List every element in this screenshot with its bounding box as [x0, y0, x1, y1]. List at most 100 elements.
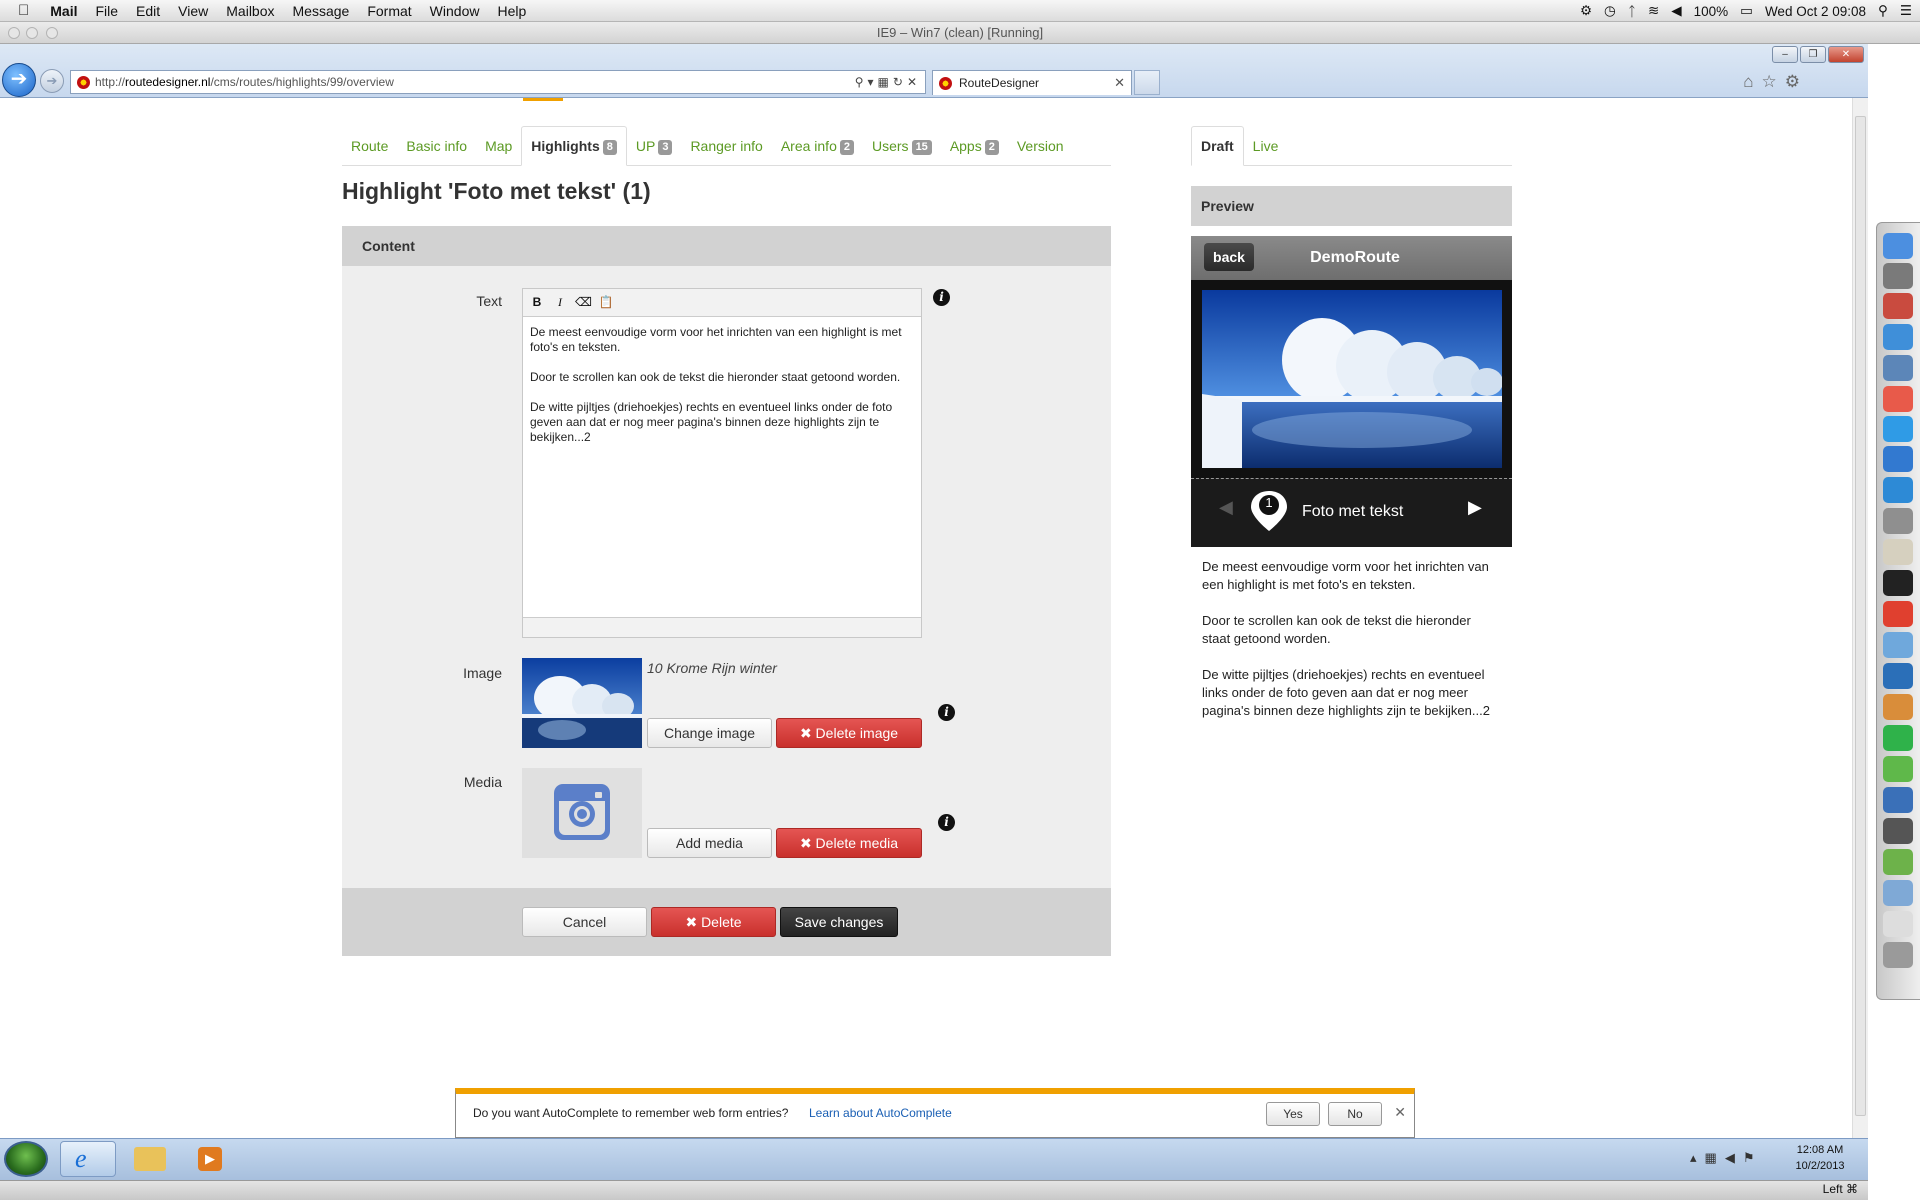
restore-button[interactable]: ❐ — [1800, 46, 1826, 63]
tray-expand-icon[interactable]: ▴ — [1690, 1150, 1705, 1165]
tab-users[interactable]: Users 15 — [863, 127, 941, 165]
save-changes-button[interactable]: Save changes — [780, 907, 898, 937]
tab-up[interactable]: UP 3 — [627, 127, 682, 165]
menu-window[interactable]: Window — [421, 0, 489, 22]
virtualbox-icon[interactable] — [1883, 632, 1913, 658]
taskbar-clock[interactable]: 12:08 AM 10/2/2013 — [1780, 1142, 1860, 1174]
change-image-button[interactable]: Change image — [647, 718, 772, 748]
tab-map[interactable]: Map — [476, 127, 521, 165]
window-zoom-icon[interactable] — [46, 27, 58, 39]
finder-icon[interactable] — [1883, 233, 1913, 259]
cancel-button[interactable]: Cancel — [522, 907, 647, 937]
favorites-star-icon[interactable]: ☆ — [1762, 72, 1785, 91]
add-media-button[interactable]: Add media — [647, 828, 772, 858]
notification-center-icon[interactable]: ☰ — [1900, 3, 1912, 19]
image-thumbnail[interactable] — [522, 658, 642, 748]
action-center-icon[interactable]: ⚑ — [1743, 1150, 1763, 1165]
spotlight-icon[interactable]: ⚲ — [1878, 3, 1888, 19]
tab-route[interactable]: Route — [342, 127, 397, 165]
system-preferences-icon[interactable] — [1883, 508, 1913, 534]
info-icon[interactable]: i — [933, 289, 950, 306]
menu-app-name[interactable]: Mail — [41, 0, 86, 22]
delete-button[interactable]: ✖ Delete — [651, 907, 776, 937]
menubar-clock[interactable]: Wed Oct 2 09:08 — [1765, 4, 1866, 19]
android-studio-icon[interactable] — [1883, 849, 1913, 875]
messages-icon[interactable] — [1883, 416, 1913, 442]
battery-label[interactable]: 100% — [1694, 4, 1729, 19]
compat-view-icon[interactable]: ▦ — [878, 75, 893, 89]
back-button[interactable]: ➔ — [2, 63, 36, 97]
yes-button[interactable]: Yes — [1266, 1102, 1320, 1126]
bluetooth-icon[interactable]: ᛏ — [1628, 4, 1636, 19]
display-icon[interactable] — [1883, 818, 1913, 844]
refresh-icon[interactable]: ↻ — [893, 75, 907, 89]
browser-tab[interactable]: RouteDesigner ✕ — [932, 70, 1132, 95]
previous-arrow-icon[interactable]: ◀ — [1219, 497, 1233, 518]
scrollbar-thumb[interactable] — [1855, 116, 1866, 1116]
app-store-icon[interactable] — [1883, 477, 1913, 503]
eraser-icon[interactable]: ⌫ — [575, 294, 592, 310]
info-icon[interactable]: i — [938, 814, 955, 831]
volume-icon[interactable]: ◀ — [1671, 3, 1681, 19]
dropdown-icon[interactable]: ▾ — [868, 75, 878, 89]
tab-draft[interactable]: Draft — [1191, 126, 1244, 166]
time-machine-icon[interactable]: ◷ — [1604, 3, 1616, 19]
tab-apps[interactable]: Apps 2 — [941, 127, 1008, 165]
minimize-button[interactable]: – — [1772, 46, 1798, 63]
safari-icon[interactable] — [1883, 324, 1913, 350]
folder-icon[interactable] — [1883, 880, 1913, 906]
info-icon[interactable]: i — [938, 704, 955, 721]
stop-icon[interactable]: ✕ — [907, 75, 921, 89]
tab-area-info[interactable]: Area info 2 — [772, 127, 863, 165]
close-window-button[interactable]: ✕ — [1828, 46, 1864, 63]
launchpad-icon[interactable] — [1883, 263, 1913, 289]
next-arrow-icon[interactable]: ▶ — [1468, 497, 1482, 518]
menu-message[interactable]: Message — [284, 0, 359, 22]
delete-media-button[interactable]: ✖ Delete media — [776, 828, 922, 858]
window-minimize-icon[interactable] — [26, 27, 38, 39]
globe-icon[interactable] — [1883, 663, 1913, 689]
menu-help[interactable]: Help — [488, 0, 535, 22]
menu-edit[interactable]: Edit — [127, 0, 169, 22]
spotify-icon[interactable] — [1883, 725, 1913, 751]
itunes-icon[interactable] — [1883, 446, 1913, 472]
window-close-icon[interactable] — [8, 27, 20, 39]
page-scrollbar[interactable] — [1852, 98, 1868, 1138]
paste-icon[interactable]: 📋 — [598, 294, 614, 310]
tab-close-icon[interactable]: ✕ — [1114, 71, 1125, 95]
mail-icon[interactable] — [1883, 355, 1913, 381]
menu-file[interactable]: File — [86, 0, 127, 22]
menu-mailbox[interactable]: Mailbox — [217, 0, 283, 22]
settings-gear-icon[interactable]: ⚙ — [1785, 72, 1808, 91]
calendar-icon[interactable] — [1883, 386, 1913, 412]
learn-autocomplete-link[interactable]: Learn about AutoComplete — [809, 1106, 952, 1120]
delete-image-button[interactable]: ✖ Delete image — [776, 718, 922, 748]
forward-button[interactable]: ➔ — [40, 69, 64, 93]
battery-icon[interactable]: ▭ — [1740, 3, 1753, 19]
text-editor[interactable]: B I ⌫ 📋 De meest eenvoudige vorm voor he… — [522, 288, 922, 638]
robot-icon[interactable]: ⚙ — [1580, 3, 1592, 19]
notification-close-icon[interactable]: ✕ — [1394, 1104, 1406, 1121]
wifi-icon[interactable]: ≋ — [1648, 3, 1659, 19]
start-button[interactable] — [4, 1141, 48, 1177]
notes-icon[interactable] — [1883, 539, 1913, 565]
tab-live[interactable]: Live — [1244, 127, 1288, 165]
app-back-button[interactable]: back — [1204, 243, 1254, 271]
no-button[interactable]: No — [1328, 1102, 1382, 1126]
terminal-icon[interactable] — [1883, 570, 1913, 596]
ie-taskbar-icon[interactable]: e — [60, 1141, 116, 1177]
address-bar[interactable]: http://routedesigner.nl/cms/routes/highl… — [70, 70, 926, 94]
trash-icon[interactable] — [1883, 942, 1913, 968]
mission-control-icon[interactable] — [1883, 293, 1913, 319]
explorer-taskbar-icon[interactable] — [122, 1141, 178, 1177]
dice-icon[interactable] — [1883, 911, 1913, 937]
new-tab-button[interactable] — [1134, 70, 1160, 95]
android-icon[interactable] — [1883, 756, 1913, 782]
tab-version[interactable]: Version — [1008, 127, 1073, 165]
menu-format[interactable]: Format — [358, 0, 420, 22]
tab-ranger-info[interactable]: Ranger info — [681, 127, 771, 165]
search-icon[interactable]: ⚲ — [855, 75, 868, 89]
tab-highlights[interactable]: Highlights 8 — [521, 126, 627, 166]
volume-icon[interactable]: ◀ — [1725, 1150, 1743, 1165]
menu-view[interactable]: View — [169, 0, 217, 22]
